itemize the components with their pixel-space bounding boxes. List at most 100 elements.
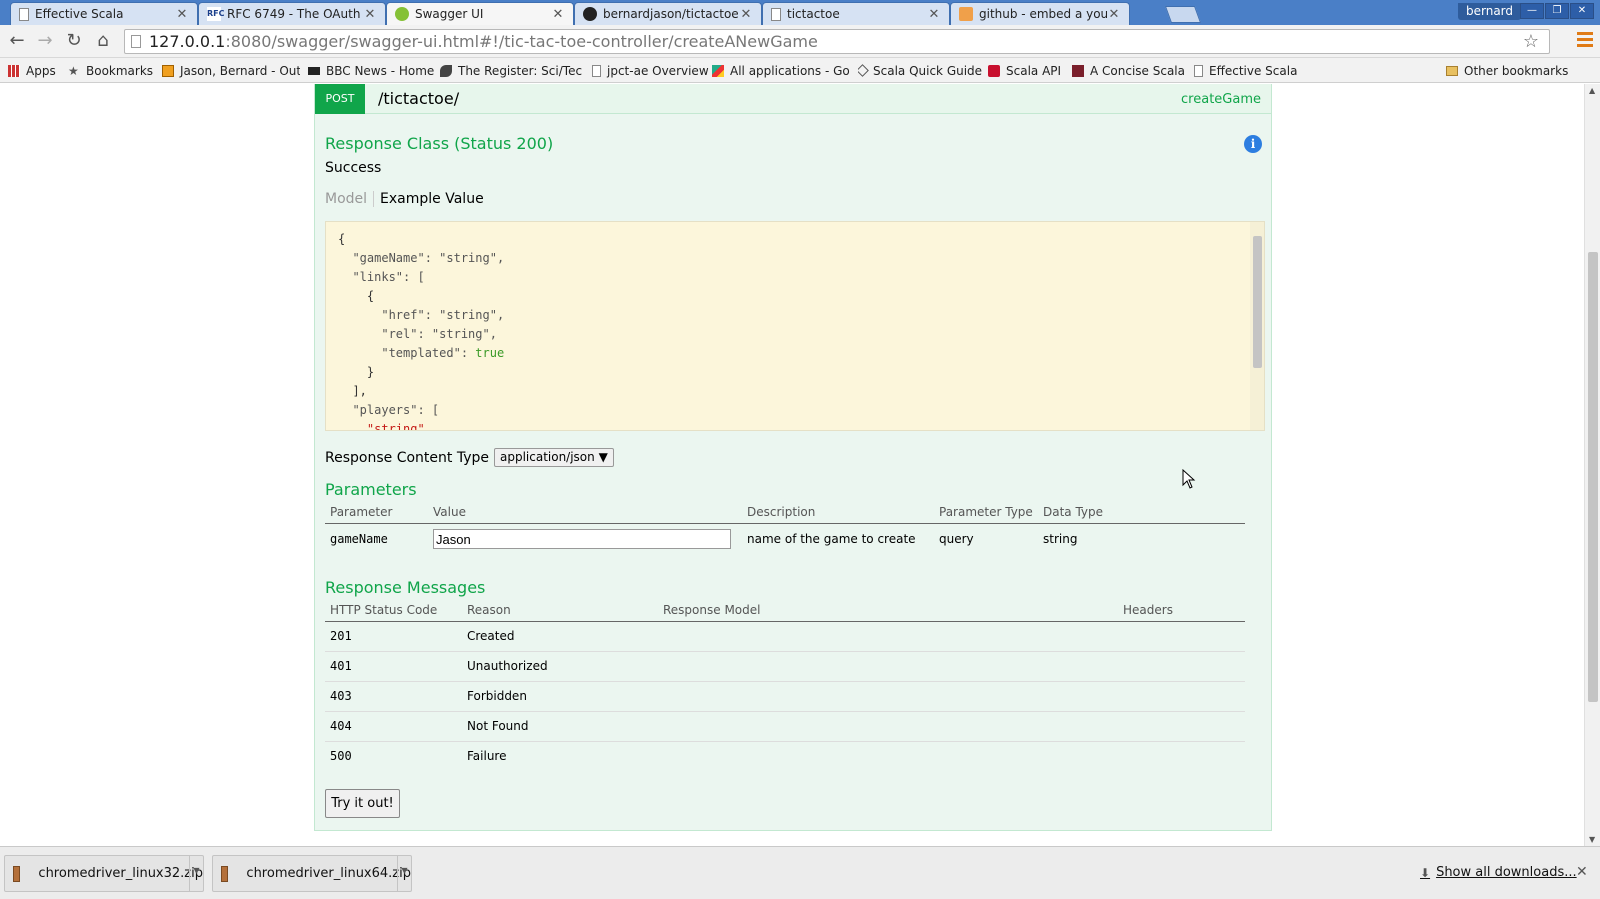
scroll-up-icon[interactable]: ▲ <box>1589 86 1595 95</box>
parameter-row: gameName name of the game to create quer… <box>325 523 1245 555</box>
close-icon[interactable]: ✕ <box>927 7 941 22</box>
scala-icon <box>988 64 1000 77</box>
snippet-scroll-thumb[interactable] <box>1253 236 1262 368</box>
bookmark-all-applications[interactable]: All applications - Goo <box>712 62 850 79</box>
json-line: "rel": "string", <box>338 327 497 341</box>
tab-tictactoe[interactable]: tictactoe ✕ <box>762 2 950 25</box>
response-reason: Unauthorized <box>462 651 658 682</box>
bookmark-effective-scala[interactable]: Effective Scala <box>1194 62 1297 79</box>
close-icon[interactable]: ✕ <box>1107 7 1121 22</box>
try-it-out-button[interactable]: Try it out! <box>325 789 400 818</box>
bookmark-label: BBC News - Home <box>326 63 435 78</box>
response-headers <box>1118 711 1245 742</box>
param-header: Description <box>742 502 934 524</box>
bookmark-register[interactable]: The Register: Sci/Tec <box>440 62 582 79</box>
page-scrollbar[interactable]: ▲ ▼ <box>1584 84 1600 846</box>
tab-example-value[interactable]: Example Value <box>374 191 484 207</box>
tab-github-embed[interactable]: github - embed a you tub ✕ <box>950 2 1130 25</box>
model-tabs: Model Example Value <box>325 191 484 207</box>
document-icon <box>19 7 29 21</box>
response-messages-title: Response Messages <box>325 578 486 597</box>
operation-heading[interactable]: POST /tictactoe/ createGame <box>315 84 1271 114</box>
bookmark-bbc[interactable]: BBC News - Home <box>308 62 434 79</box>
new-tab-button[interactable] <box>1164 6 1202 23</box>
close-icon[interactable]: ✕ <box>175 7 189 22</box>
close-icon[interactable]: ✕ <box>1576 864 1588 880</box>
show-all-downloads-link[interactable]: ⬇ Show all downloads... <box>1420 865 1577 880</box>
tab-rfc-6749[interactable]: RFC RFC 6749 - The OAuth 2.0 ✕ <box>198 2 386 25</box>
param-header: Parameter Type <box>934 502 1038 524</box>
bookmark-apps[interactable]: Apps <box>8 62 56 79</box>
bookmark-scala-api[interactable]: Scala API <box>988 62 1061 79</box>
bookmark-label: Other bookmarks <box>1464 63 1569 78</box>
bookmark-other[interactable]: Other bookmarks <box>1446 62 1568 79</box>
bookmark-label: Apps <box>26 63 56 78</box>
tab-effective-scala[interactable]: Effective Scala ✕ <box>10 2 198 25</box>
param-header: Value <box>428 502 742 524</box>
response-row: 201 Created <box>325 621 1245 652</box>
response-content-type-select[interactable]: application/json ▼ <box>493 448 614 467</box>
bookmark-outlook[interactable]: Jason, Bernard - Outl <box>162 62 300 79</box>
document-icon <box>592 64 601 77</box>
bookmark-concise-scala[interactable]: A Concise Scala <box>1072 62 1185 79</box>
bookmark-scala-quick-guide[interactable]: Scala Quick Guide <box>858 62 982 79</box>
response-header: HTTP Status Code <box>325 600 462 622</box>
download-item[interactable]: chromedriver_linux32.zip ▼ <box>4 855 204 892</box>
chevron-down-icon[interactable]: ▼ <box>397 856 411 891</box>
param-description: name of the game to create <box>747 532 916 547</box>
response-class-title: Response Class (Status 200) <box>325 134 554 153</box>
reload-icon[interactable]: ↻ <box>63 30 85 52</box>
close-icon[interactable]: ✕ <box>739 7 753 22</box>
snippet-scrollbar[interactable] <box>1250 222 1264 430</box>
forward-arrow-icon[interactable]: → <box>34 30 56 52</box>
back-arrow-icon[interactable]: ← <box>6 30 28 52</box>
address-bar[interactable]: 127.0.0.1:8080/swagger/swagger-ui.html#!… <box>124 29 1550 54</box>
response-reason: Created <box>462 621 658 652</box>
bookmark-bookmarks[interactable]: ★ Bookmarks <box>68 62 153 79</box>
url-host: 127.0.0.1 <box>149 32 226 51</box>
gamename-input[interactable] <box>433 529 731 550</box>
bookmark-label: Scala Quick Guide <box>873 63 983 78</box>
play-store-icon <box>712 64 724 77</box>
chrome-menu-icon[interactable] <box>1577 32 1593 50</box>
param-header: Parameter <box>325 502 428 524</box>
document-icon <box>771 7 781 21</box>
restore-icon[interactable]: ❐ <box>1545 3 1569 19</box>
tab-swagger-ui[interactable]: Swagger UI ✕ <box>386 2 574 25</box>
tab-github-tictactoe[interactable]: bernardjason/tictactoe: a ✕ <box>574 2 762 25</box>
close-icon[interactable]: ✕ <box>551 7 565 22</box>
response-model <box>658 651 1118 682</box>
example-value-snippet[interactable]: { "gameName": "string", "links": [ { "hr… <box>325 221 1265 431</box>
downloads-bar: chromedriver_linux32.zip ▼ chromedriver_… <box>0 846 1600 899</box>
operation-nickname[interactable]: createGame <box>1181 92 1261 107</box>
bookmark-label: The Register: Sci/Tec <box>458 63 582 78</box>
operation-path[interactable]: /tictactoe/ <box>378 89 459 108</box>
response-code: 404 <box>325 711 462 742</box>
response-row: 404 Not Found <box>325 711 1245 742</box>
param-type: query <box>939 532 974 547</box>
home-icon[interactable]: ⌂ <box>92 30 114 52</box>
bookmark-star-icon[interactable]: ☆ <box>1523 31 1539 52</box>
tab-title: github - embed a you tub <box>979 7 1107 21</box>
download-filename: chromedriver_linux64.zip <box>246 866 411 881</box>
page-viewport: POST /tictactoe/ createGame Response Cla… <box>0 84 1584 846</box>
tab-model[interactable]: Model <box>325 191 375 207</box>
chevron-down-icon[interactable]: ▼ <box>189 856 203 891</box>
url-path: :8080/swagger/swagger-ui.html#!/tic-tac-… <box>225 32 818 51</box>
download-item[interactable]: chromedriver_linux64.zip ▼ <box>212 855 412 892</box>
bbc-icon <box>308 66 320 75</box>
response-model <box>658 711 1118 742</box>
json-line: "gameName": "string", <box>338 251 505 265</box>
profile-button[interactable]: bernard <box>1458 3 1522 20</box>
http-method-badge[interactable]: POST <box>315 84 365 114</box>
swagger-icon <box>395 7 409 21</box>
page-scroll-thumb[interactable] <box>1588 252 1598 702</box>
close-icon[interactable]: ✕ <box>363 7 377 22</box>
bookmark-jpct[interactable]: jpct-ae Overview <box>592 62 709 79</box>
json-line: { <box>338 289 375 303</box>
window-close-icon[interactable]: ✕ <box>1570 3 1594 19</box>
response-headers <box>1118 741 1245 771</box>
scroll-down-icon[interactable]: ▼ <box>1589 835 1595 844</box>
minimize-icon[interactable]: — <box>1520 3 1544 19</box>
info-icon[interactable]: i <box>1244 135 1262 153</box>
